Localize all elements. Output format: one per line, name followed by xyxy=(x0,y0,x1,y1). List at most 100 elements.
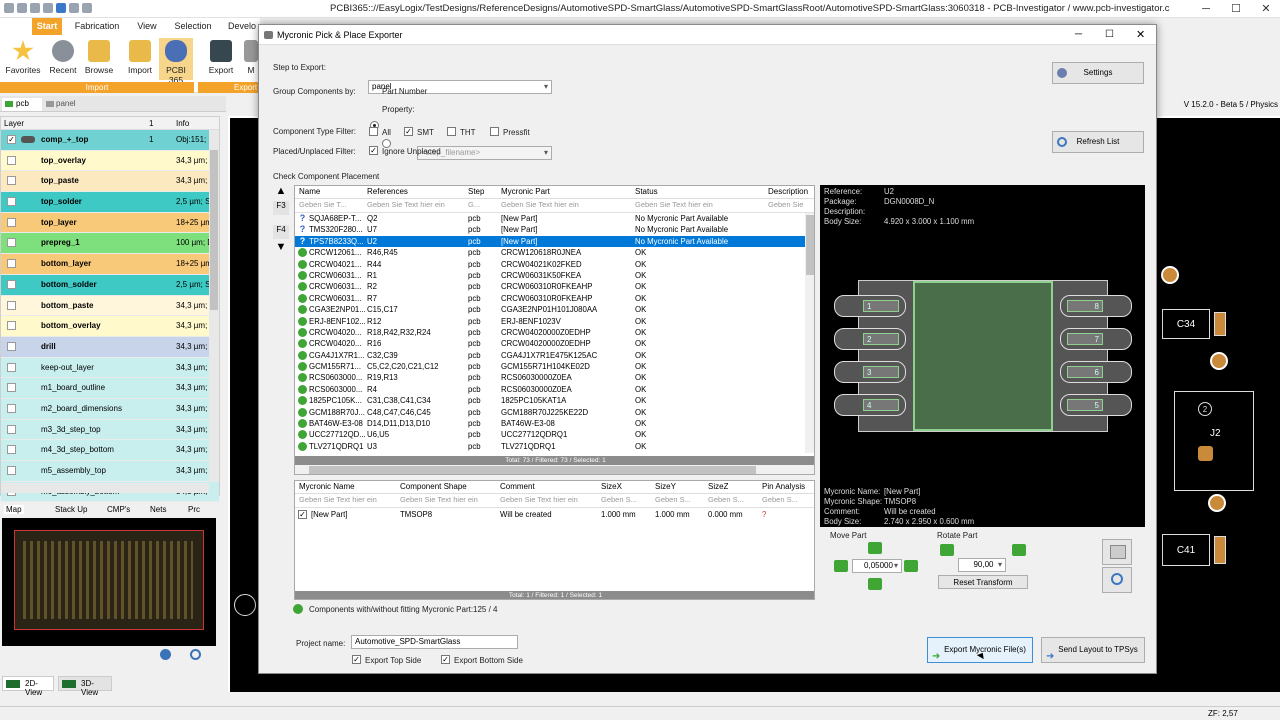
filter-mycronic-part[interactable]: Geben Sie Text hier ein xyxy=(501,199,629,210)
table-row[interactable]: BAT46W-E3-08 D14,D11,D13,D10 pcb BAT46W-E3-… xyxy=(295,418,814,429)
col-references[interactable]: References xyxy=(367,186,408,197)
table-row[interactable]: ? TMS320F280... U7 pcb [New Part] No Mycronic… xyxy=(295,224,814,235)
table-row[interactable]: CGA3E2NP01... C15,C17 pcb CGA3E2NP01H101J08… xyxy=(295,304,814,315)
recent-button[interactable]: Recent xyxy=(44,38,82,80)
zoom-icon[interactable] xyxy=(190,649,201,660)
table-row[interactable]: CRCW06031... R2 pcb CRCW060310R0FKEAHP OK xyxy=(295,281,814,292)
tab-map[interactable]: Map xyxy=(4,505,24,514)
move-down-button[interactable] xyxy=(868,578,882,590)
filter-sizex[interactable]: Geben S... xyxy=(601,494,651,505)
layer-visibility-checkbox[interactable] xyxy=(7,176,16,186)
reset-transform-button[interactable]: Reset Transform xyxy=(938,575,1028,589)
browse-button[interactable]: Browse xyxy=(80,38,118,80)
table-row[interactable]: ERJ-8ENF102... R12 pcb ERJ-8ENF1023V OK xyxy=(295,316,814,327)
filter-comment[interactable]: Geben Sie Text hier ein xyxy=(500,494,596,505)
measure-icon[interactable] xyxy=(69,3,79,13)
layer-row[interactable]: m1_board_outline 34,3 µm; D xyxy=(1,378,219,399)
table-row[interactable]: GCM155R71... C5,C2,C20,C21,C12 pcb GCM155R7… xyxy=(295,361,814,372)
rotate-ccw-button[interactable] xyxy=(940,544,954,556)
filter-step[interactable]: G... xyxy=(468,199,496,210)
rotate-cw-button[interactable] xyxy=(1012,544,1026,556)
table-row[interactable]: GCM188R70J... C48,C47,C46,C45 pcb GCM188R70… xyxy=(295,407,814,418)
layer-row[interactable]: keep-out_layer 34,3 µm; D xyxy=(1,357,219,379)
edit-button[interactable] xyxy=(1102,539,1132,565)
layer-row[interactable]: ✓ comp_+_top 1 Obj:151; C xyxy=(1,130,219,151)
type-smt-checkbox[interactable]: ✓ xyxy=(404,127,413,136)
move-right-button[interactable] xyxy=(904,560,918,572)
layer-visibility-checkbox[interactable] xyxy=(7,321,16,331)
col-sizez[interactable]: SizeZ xyxy=(708,481,728,492)
col-name[interactable]: Name xyxy=(299,186,320,197)
col-sizex[interactable]: SizeX xyxy=(601,481,622,492)
filter-pin-analysis[interactable]: Geben S... xyxy=(762,494,812,505)
zoom-icon[interactable] xyxy=(82,3,92,13)
filter-description[interactable]: Geben Sie xyxy=(768,199,806,210)
filter-references[interactable]: Geben Sie Text hier ein xyxy=(367,199,463,210)
move-step-input[interactable]: 0,05000 xyxy=(852,559,902,573)
table-row[interactable]: CRCW12061... R46,R45 pcb CRCW120618R0JNEA OK xyxy=(295,247,814,258)
layer-row[interactable]: top_overlay 34,3 µm; S xyxy=(1,150,219,172)
minimize-button[interactable]: ─ xyxy=(1192,0,1220,18)
table-row[interactable]: RCS0603000... R19,R13 pcb RCS06030000Z0EA OK xyxy=(295,372,814,383)
layer-row[interactable]: top_paste 34,3 µm; S xyxy=(1,171,219,193)
layer-visibility-checkbox[interactable] xyxy=(7,466,16,475)
tab-nets[interactable]: Nets xyxy=(150,505,166,514)
grid-vscrollbar[interactable] xyxy=(805,213,814,453)
tab-pcb[interactable]: pcb xyxy=(2,98,42,111)
export-top-checkbox[interactable]: ✓ xyxy=(352,655,361,664)
zoom-fit-button[interactable] xyxy=(1102,567,1132,593)
dialog-maximize-button[interactable]: ☐ xyxy=(1105,25,1114,45)
table-row[interactable]: CRCW06031... R7 pcb CRCW060310R0FKEAHP OK xyxy=(295,293,814,304)
settings-button[interactable]: Settings xyxy=(1052,62,1144,84)
move-left-button[interactable] xyxy=(834,560,848,572)
save-icon[interactable] xyxy=(17,3,27,13)
ignore-unplaced-checkbox[interactable]: ✓ xyxy=(369,146,378,155)
tab-view[interactable]: View xyxy=(132,18,162,35)
type-all-checkbox[interactable] xyxy=(369,127,378,136)
map-view[interactable] xyxy=(2,518,216,646)
layer-visibility-checkbox[interactable] xyxy=(7,383,16,393)
row-checkbox[interactable]: ✓ xyxy=(298,510,307,519)
tab-2d-view[interactable]: 2D-View xyxy=(2,676,54,697)
filter-sizez[interactable]: Geben S... xyxy=(708,494,758,505)
layer-row[interactable]: m5_assembly_top 34,3 µm; D xyxy=(1,461,219,482)
layer-visibility-checkbox[interactable]: ✓ xyxy=(7,135,16,144)
table-row[interactable]: CRCW04021... R44 pcb CRCW04021K02FKED OK xyxy=(295,259,814,270)
tab-selection[interactable]: Selection xyxy=(172,18,214,35)
layer-row[interactable]: bottom_paste 34,3 µm; S xyxy=(1,295,219,317)
f3-button[interactable]: F3 xyxy=(273,201,289,215)
table-row[interactable]: UCC27712QD... U6,U5 pcb UCC27712QDRQ1 OK xyxy=(295,429,814,440)
export-bottom-checkbox[interactable]: ✓ xyxy=(441,655,450,664)
layer-scrollbar[interactable] xyxy=(209,130,219,482)
move-up-button[interactable] xyxy=(868,542,882,554)
col-mycronic-name[interactable]: Mycronic Name xyxy=(299,481,355,492)
import-button[interactable]: Import xyxy=(121,38,159,80)
type-tht-checkbox[interactable] xyxy=(447,127,456,136)
table-row[interactable]: ✓ [New Part] TMSOP8 Will be created 1.00… xyxy=(295,509,814,520)
layer-visibility-checkbox[interactable] xyxy=(7,362,16,372)
globe-icon[interactable] xyxy=(160,649,171,660)
maximize-button[interactable]: ☐ xyxy=(1222,0,1250,18)
redo-icon[interactable] xyxy=(43,3,53,13)
table-row[interactable]: RCS0603000... R4 pcb RCS06030000Z0EA OK xyxy=(295,384,814,395)
tab-fabrication[interactable]: Fabrication xyxy=(72,18,122,35)
col-component-shape[interactable]: Component Shape xyxy=(400,481,467,492)
layer-row[interactable]: bottom_overlay 34,3 µm; S xyxy=(1,316,219,337)
filter-component-shape[interactable]: Geben Sie Text hier ein xyxy=(400,494,496,505)
table-row[interactable]: ? SQJA68EP-T... Q2 pcb [New Part] No Mycronic… xyxy=(295,213,814,224)
col-mycronic-part[interactable]: Mycronic Part xyxy=(501,186,550,197)
layer-row[interactable]: m4_3d_step_bottom 34,3 µm; D xyxy=(1,440,219,461)
dialog-minimize-button[interactable]: ─ xyxy=(1075,25,1082,45)
col-sizey[interactable]: SizeY xyxy=(655,481,676,492)
layer-visibility-checkbox[interactable] xyxy=(7,217,16,227)
layer-visibility-checkbox[interactable] xyxy=(7,341,16,351)
layer-visibility-checkbox[interactable] xyxy=(7,403,16,413)
col-pin-analysis[interactable]: Pin Analysis xyxy=(762,481,805,492)
layer-row[interactable]: drill 34,3 µm; D xyxy=(1,336,219,358)
col-description[interactable]: Description xyxy=(768,186,808,197)
down-arrow-icon[interactable]: ▼ xyxy=(273,241,289,255)
filter-mycronic-name[interactable]: Geben Sie Text hier ein xyxy=(299,494,395,505)
pcbi365-button[interactable]: PCBI 365 xyxy=(159,38,193,85)
table-row[interactable]: ? TPS7B8233Q... U2 pcb [New Part] No Mycronic… xyxy=(295,235,814,248)
up-arrow-icon[interactable]: ▲ xyxy=(273,185,289,199)
